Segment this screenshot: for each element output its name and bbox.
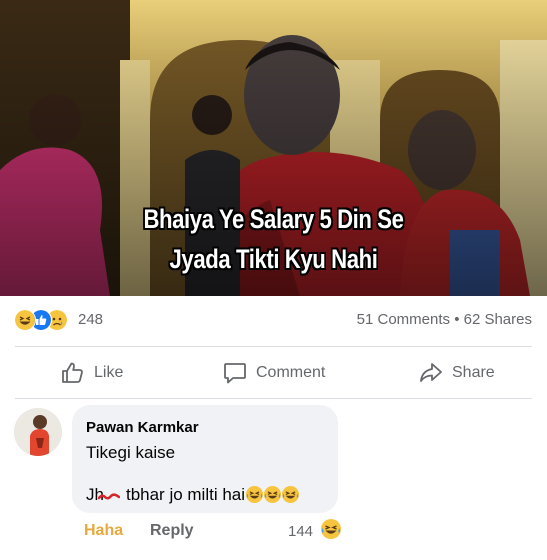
share-label: Share xyxy=(452,364,495,381)
comment-text-line-1: Tikegi kaise xyxy=(86,443,176,462)
meme-caption-line-1: Bhaiya Ye Salary 5 Din Se xyxy=(143,204,404,234)
laughing-emoji-icon xyxy=(282,486,300,503)
reply-button[interactable]: Reply xyxy=(150,522,194,540)
comment-button[interactable]: Comment xyxy=(222,350,325,396)
thumbs-up-icon xyxy=(62,362,83,383)
avatar[interactable] xyxy=(14,408,62,456)
divider xyxy=(15,398,532,399)
comments-shares-count[interactable]: 51 Comments • 62 Shares xyxy=(357,311,532,328)
reaction-count[interactable]: 248 xyxy=(78,311,103,328)
post-action-bar: Like Comment Share xyxy=(0,350,547,396)
haha-icon xyxy=(14,309,36,331)
like-label: Like xyxy=(94,364,124,381)
divider xyxy=(15,346,532,347)
comment-reaction-count[interactable]: 144 xyxy=(288,523,313,540)
comment-icon xyxy=(224,363,246,384)
share-arrow-icon xyxy=(420,363,442,382)
comment-author[interactable]: Pawan Karmkar xyxy=(86,419,199,436)
comment-label: Comment xyxy=(256,364,326,381)
red-scribble-mark xyxy=(98,493,120,500)
laughing-emoji-icon xyxy=(321,519,341,539)
laughing-emoji-icon xyxy=(264,486,282,503)
meme-caption-line-2: Jyada Tikti Kyu Nahi xyxy=(169,244,378,274)
like-button[interactable]: Like xyxy=(60,350,123,396)
laughing-emoji-icon xyxy=(246,486,264,503)
share-button[interactable]: Share xyxy=(418,350,495,396)
reaction-summary: 248 51 Comments • 62 Shares xyxy=(0,296,547,344)
haha-reaction-link[interactable]: Haha xyxy=(84,522,123,540)
meme-photo[interactable]: Bhaiya Ye Salary 5 Din Se Jyada Tikti Ky… xyxy=(0,0,547,296)
avatar-person-icon xyxy=(14,408,62,456)
comment-bubble: Pawan Karmkar Tikegi kaise Jh tbhar jo mi… xyxy=(72,405,338,513)
reaction-icons[interactable] xyxy=(14,309,76,331)
comment-text-rest: tbhar jo milti hai xyxy=(125,485,246,504)
